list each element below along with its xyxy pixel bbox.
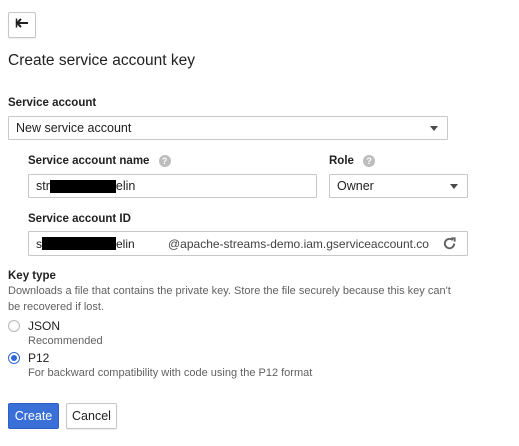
service-account-id-input[interactable]: s elin @apache-streams-demo.iam.gservicea… xyxy=(28,231,468,256)
service-account-id-label: Service account ID xyxy=(28,213,131,225)
service-account-select[interactable]: New service account xyxy=(8,116,448,140)
chevron-down-icon xyxy=(430,126,438,131)
help-icon[interactable]: ? xyxy=(363,155,376,167)
refresh-icon[interactable] xyxy=(442,236,457,254)
page-title: Create service account key xyxy=(8,52,195,69)
redacted-block xyxy=(42,237,116,250)
help-icon[interactable]: ? xyxy=(158,155,171,167)
redacted-block xyxy=(49,179,116,193)
create-button[interactable]: Create xyxy=(8,403,59,429)
role-label: Role ? xyxy=(329,155,376,168)
radio-option-p12[interactable]: P12 For backward compatibility with code… xyxy=(8,351,312,379)
p12-label: P12 xyxy=(28,351,50,365)
back-arrow-icon xyxy=(15,16,29,34)
service-account-selected: New service account xyxy=(16,121,132,135)
service-account-label: Service account xyxy=(8,97,97,109)
radio-p12[interactable] xyxy=(8,352,20,364)
key-type-label: Key type xyxy=(8,270,56,282)
chevron-down-icon xyxy=(450,184,458,189)
name-value-suffix: elin xyxy=(115,179,136,193)
json-desc: Recommended xyxy=(28,335,103,347)
role-selected: Owner xyxy=(337,179,374,193)
role-label-text: Role xyxy=(329,155,354,168)
id-value-suffix: elin xyxy=(116,236,135,251)
role-select[interactable]: Owner xyxy=(329,174,468,198)
radio-json[interactable] xyxy=(8,320,20,332)
name-value-prefix: str xyxy=(36,179,50,193)
cancel-button[interactable]: Cancel xyxy=(66,403,117,429)
p12-desc: For backward compatibility with code usi… xyxy=(28,367,313,379)
json-label: JSON xyxy=(28,319,61,333)
service-account-name-label-text: Service account name xyxy=(28,155,150,168)
service-account-name-input[interactable]: str elin xyxy=(28,174,317,198)
service-account-name-label: Service account name ? xyxy=(28,155,171,167)
radio-option-json[interactable]: JSON Recommended xyxy=(8,319,103,347)
key-type-description: Downloads a file that contains the priva… xyxy=(8,285,451,313)
back-button[interactable] xyxy=(8,12,36,38)
service-account-domain: @apache-streams-demo.iam.gserviceaccount… xyxy=(168,236,429,251)
